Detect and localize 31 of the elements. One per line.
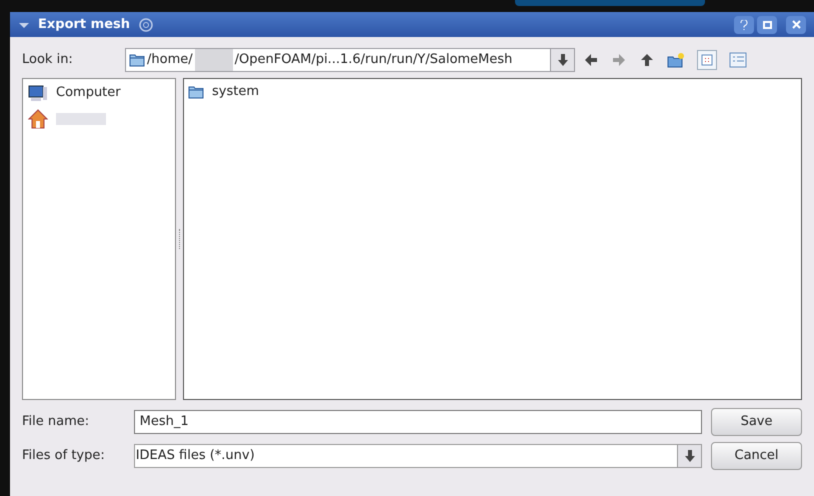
path-end: /OpenFOAM/pi...1.6/run/run/Y/SalomeMesh xyxy=(234,50,512,69)
help-button[interactable] xyxy=(734,16,754,34)
detail-view-button[interactable] xyxy=(697,50,717,70)
maximize-button[interactable] xyxy=(757,16,777,34)
file-type-label: Files of type: xyxy=(22,447,106,466)
cancel-button[interactable]: Cancel xyxy=(711,442,802,470)
folder-icon xyxy=(129,52,145,66)
file-name-field[interactable]: Mesh_1 xyxy=(134,410,702,434)
window-title: Export mesh xyxy=(38,16,130,34)
help-icon xyxy=(740,20,748,30)
computer-icon xyxy=(28,84,48,102)
sidebar-item[interactable]: Computer xyxy=(26,82,172,104)
close-icon xyxy=(792,20,800,29)
grid-icon xyxy=(701,54,713,66)
up-arrow-icon[interactable] xyxy=(639,52,655,68)
path-start: /home/ xyxy=(147,50,193,69)
path-combo[interactable]: /home/ /OpenFOAM/pi...1.6/run/run/Y/SalomeMesh xyxy=(125,48,575,72)
home-icon xyxy=(28,109,48,129)
redacted-block xyxy=(194,48,233,70)
list-view-icon[interactable] xyxy=(729,52,747,68)
splitter-handle[interactable] xyxy=(179,229,180,249)
save-button[interactable]: Save xyxy=(711,408,802,436)
back-arrow-icon[interactable] xyxy=(583,52,599,68)
file-type-combo[interactable]: IDEAS files (*.unv) xyxy=(134,444,702,468)
file-item[interactable]: system xyxy=(188,83,797,101)
redacted-block xyxy=(56,113,106,125)
close-button[interactable] xyxy=(786,16,806,34)
file-name-label: File name: xyxy=(22,412,90,431)
new-folder-icon[interactable] xyxy=(667,52,685,68)
folder-icon xyxy=(188,85,204,99)
look-in-label: Look in: xyxy=(22,50,74,69)
